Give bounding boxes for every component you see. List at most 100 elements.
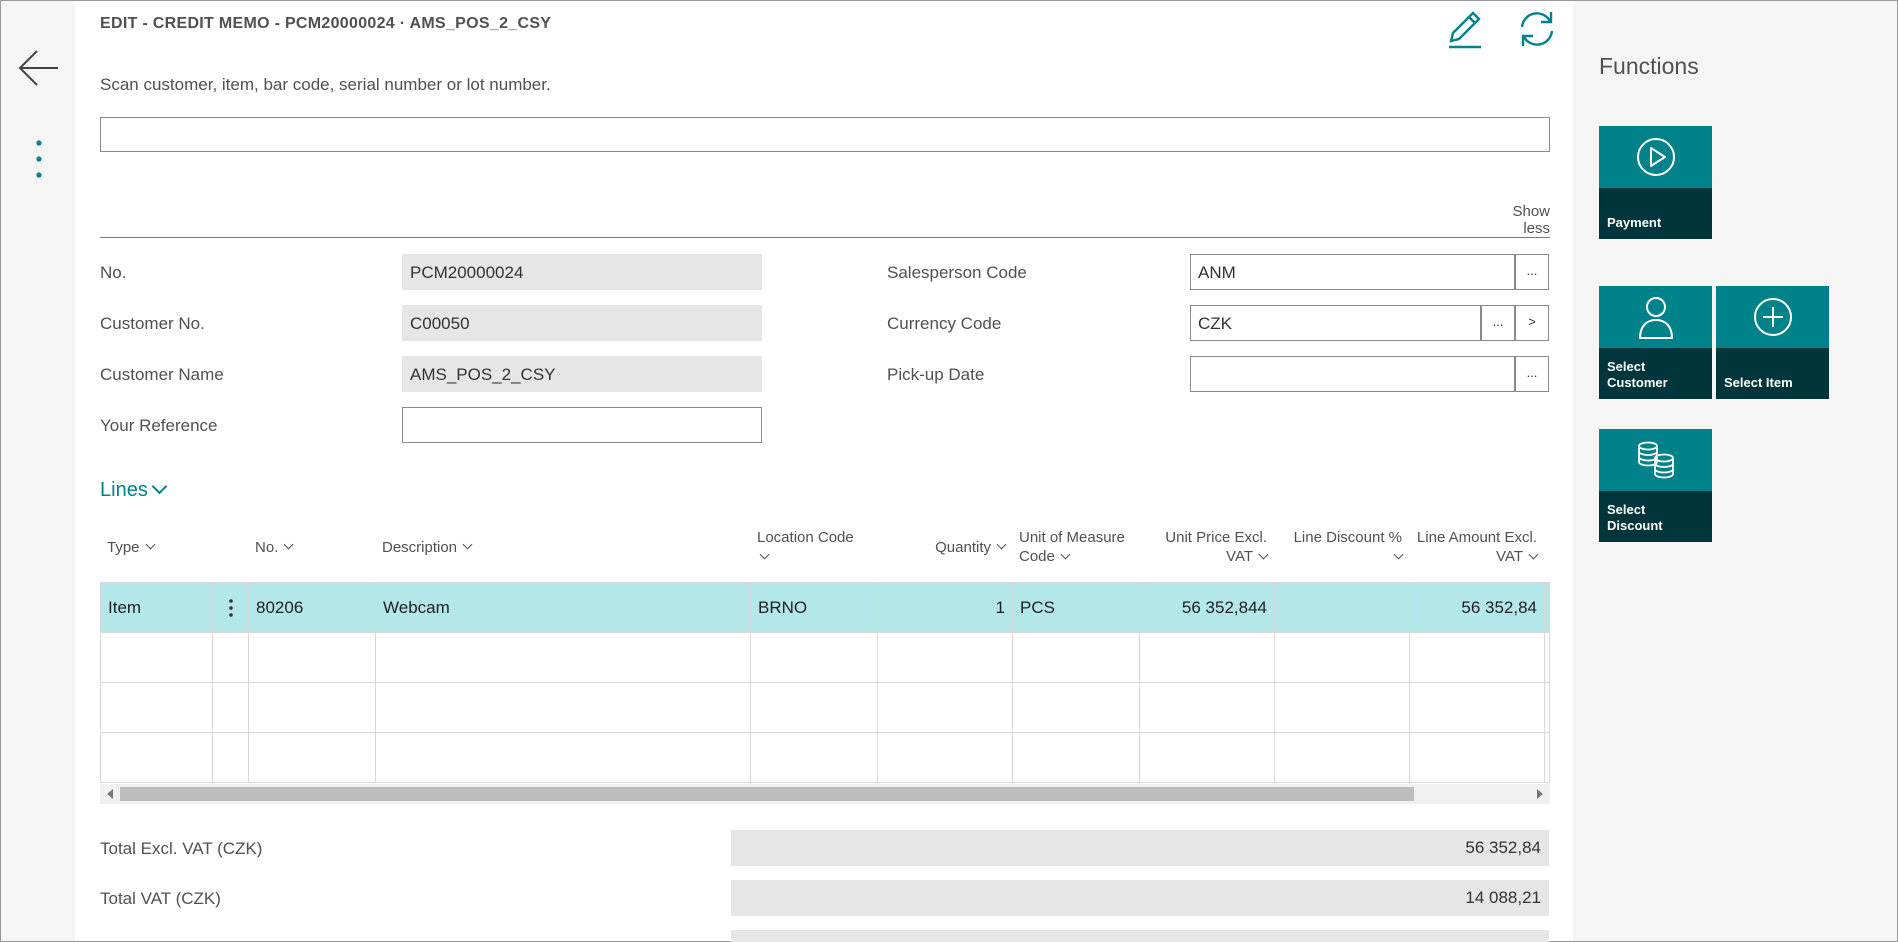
payment-button[interactable]: Payment <box>1599 126 1712 239</box>
empty-cell[interactable] <box>249 633 376 683</box>
cell-type[interactable]: Item <box>101 583 213 633</box>
col-line-discount[interactable]: Line Discount % <box>1274 511 1409 583</box>
empty-cell[interactable] <box>101 683 213 733</box>
empty-cell[interactable] <box>1013 683 1140 733</box>
col-unit-of-measure[interactable]: Unit of Measure Code <box>1012 511 1139 583</box>
scan-label: Scan customer, item, bar code, serial nu… <box>100 75 551 94</box>
select-discount-label-1: Select <box>1607 502 1646 517</box>
salesperson-lookup-button[interactable]: ... <box>1515 254 1549 290</box>
col-type[interactable]: Type <box>100 511 212 583</box>
cell-quantity[interactable]: 1 <box>878 583 1013 633</box>
cell-description[interactable]: Webcam <box>376 583 751 633</box>
select-discount-button[interactable]: Select Discount <box>1599 429 1712 542</box>
pencil-icon[interactable] <box>1443 7 1485 51</box>
empty-cell[interactable] <box>1140 633 1275 683</box>
back-arrow-icon[interactable] <box>17 46 61 90</box>
your-reference-label: Your Reference <box>100 416 218 435</box>
horizontal-scrollbar[interactable] <box>100 784 1550 804</box>
col-quantity[interactable]: Quantity <box>877 511 1012 583</box>
functions-title: Functions <box>1599 53 1699 79</box>
scrollbar-thumb[interactable] <box>120 787 1414 801</box>
scroll-left-icon[interactable] <box>107 789 113 799</box>
select-discount-label-2: Discount <box>1607 518 1663 533</box>
empty-cell[interactable] <box>1410 633 1545 683</box>
empty-cell[interactable] <box>1013 633 1140 683</box>
total-excl-vat-value: 56 352,84 <box>731 830 1549 866</box>
empty-cell[interactable] <box>878 633 1013 683</box>
customer-no-field: C00050 <box>402 305 762 341</box>
empty-cell[interactable] <box>101 633 213 683</box>
scroll-right-icon[interactable] <box>1537 789 1543 799</box>
empty-cell <box>213 683 249 733</box>
empty-cell[interactable] <box>249 733 376 783</box>
cell-uom[interactable]: PCS <box>1013 583 1140 633</box>
table-row[interactable]: Item 80206 Webcam BRNO 1 PCS 56 352,844 … <box>101 583 1549 633</box>
pickup-date-label: Pick-up Date <box>887 365 985 384</box>
lines-section-toggle[interactable]: Lines <box>100 478 168 502</box>
chevron-down-icon <box>1060 549 1071 560</box>
show-less-link[interactable]: Show less <box>1485 203 1550 237</box>
empty-cell[interactable] <box>1013 733 1140 783</box>
total-vat-label: Total VAT (CZK) <box>100 889 221 908</box>
empty-cell[interactable] <box>1275 733 1410 783</box>
salesperson-code-label: Salesperson Code <box>887 263 1027 282</box>
col-unit-price[interactable]: Unit Price Excl. VAT <box>1139 511 1274 583</box>
empty-cell[interactable] <box>751 733 878 783</box>
row-menu-dots-icon[interactable] <box>213 583 249 633</box>
col-location-code[interactable]: Location Code <box>750 511 877 583</box>
pickup-date-lookup-button[interactable]: ... <box>1515 356 1549 392</box>
currency-code-label: Currency Code <box>887 314 1002 333</box>
empty-cell[interactable] <box>249 683 376 733</box>
empty-cell[interactable] <box>878 683 1013 733</box>
coins-icon <box>1637 441 1674 479</box>
empty-cell[interactable] <box>1275 683 1410 733</box>
salesperson-code-input[interactable]: ANM <box>1190 254 1515 290</box>
empty-cell[interactable] <box>878 733 1013 783</box>
cell-line-amount[interactable]: 56 352,84 <box>1410 583 1545 633</box>
empty-cell <box>213 733 249 783</box>
currency-drill-button[interactable]: > <box>1515 305 1549 341</box>
select-item-button[interactable]: Select Item <box>1716 286 1829 399</box>
no-label: No. <box>100 263 127 282</box>
currency-code-input[interactable]: CZK <box>1190 305 1481 341</box>
table-row[interactable] <box>101 633 1549 683</box>
table-row[interactable] <box>101 683 1549 733</box>
select-customer-button[interactable]: Select Customer <box>1599 286 1712 399</box>
col-description[interactable]: Description <box>375 511 750 583</box>
your-reference-input[interactable] <box>402 407 762 443</box>
divider <box>100 237 1550 238</box>
col-line-amount[interactable]: Line Amount Excl. VAT <box>1409 511 1544 583</box>
left-rail <box>0 0 75 942</box>
empty-cell[interactable] <box>1140 733 1275 783</box>
empty-cell[interactable] <box>101 733 213 783</box>
customer-no-label: Customer No. <box>100 314 205 333</box>
cell-no[interactable]: 80206 <box>249 583 376 633</box>
currency-lookup-button[interactable]: ... <box>1481 305 1515 341</box>
empty-cell[interactable] <box>376 683 751 733</box>
empty-cell[interactable] <box>1410 733 1545 783</box>
cell-location-code[interactable]: BRNO <box>751 583 878 633</box>
empty-cell[interactable] <box>1140 683 1275 733</box>
pickup-date-input[interactable] <box>1190 356 1515 392</box>
main-content: EDIT - CREDIT MEMO - PCM20000024 · AMS_P… <box>75 0 1573 942</box>
play-circle-icon <box>1636 138 1675 176</box>
table-row[interactable] <box>101 733 1549 783</box>
chevron-down-icon <box>1393 549 1404 560</box>
empty-cell[interactable] <box>1275 633 1410 683</box>
cell-line-discount[interactable] <box>1275 583 1410 633</box>
empty-cell[interactable] <box>1410 683 1545 733</box>
empty-cell[interactable] <box>376 633 751 683</box>
no-field: PCM20000024 <box>402 254 762 290</box>
empty-cell[interactable] <box>376 733 751 783</box>
cell-unit-price[interactable]: 56 352,844 <box>1140 583 1275 633</box>
person-icon <box>1638 297 1673 339</box>
col-no[interactable]: No. <box>248 511 375 583</box>
refresh-icon[interactable] <box>1515 7 1559 51</box>
empty-cell[interactable] <box>751 633 878 683</box>
empty-cell[interactable] <box>751 683 878 733</box>
vertical-dots-icon[interactable] <box>31 139 47 183</box>
total-next-value <box>731 930 1549 942</box>
lines-title: Lines <box>100 479 148 501</box>
total-vat-value: 14 088,21 <box>731 880 1549 916</box>
scan-input[interactable] <box>100 117 1550 152</box>
